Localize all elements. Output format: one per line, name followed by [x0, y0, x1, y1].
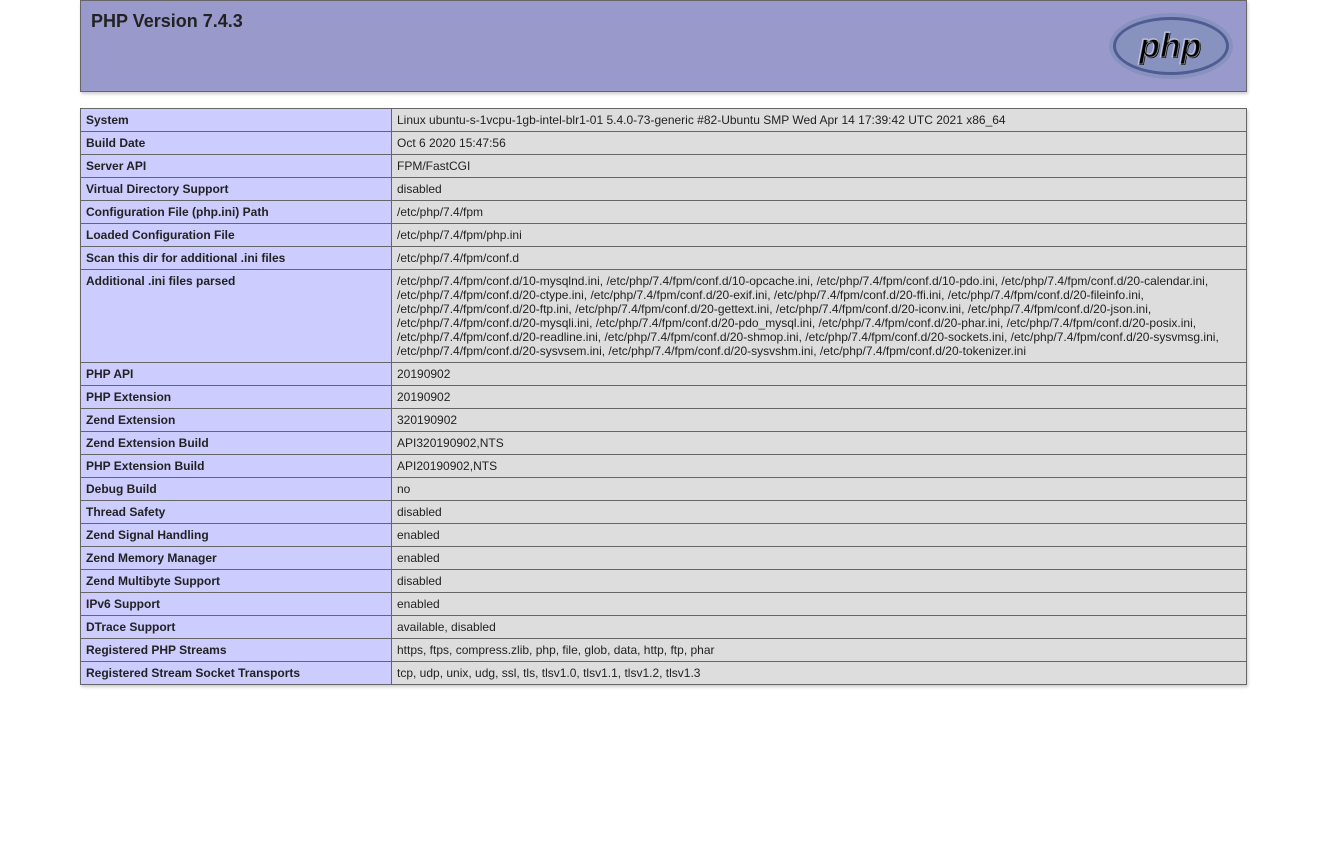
- table-row: DTrace Supportavailable, disabled: [81, 616, 1247, 639]
- config-key: Virtual Directory Support: [81, 178, 392, 201]
- config-key: Additional .ini files parsed: [81, 270, 392, 363]
- config-value: /etc/php/7.4/fpm/conf.d/10-mysqlnd.ini, …: [392, 270, 1247, 363]
- config-key: Zend Multibyte Support: [81, 570, 392, 593]
- table-row: Loaded Configuration File/etc/php/7.4/fp…: [81, 224, 1247, 247]
- config-value: API320190902,NTS: [392, 432, 1247, 455]
- config-value: Linux ubuntu-s-1vcpu-1gb-intel-blr1-01 5…: [392, 109, 1247, 132]
- config-value: /etc/php/7.4/fpm/conf.d: [392, 247, 1247, 270]
- config-value: Oct 6 2020 15:47:56: [392, 132, 1247, 155]
- svg-text:php: php: [1138, 27, 1201, 65]
- config-key: Zend Extension: [81, 409, 392, 432]
- table-row: Zend Memory Managerenabled: [81, 547, 1247, 570]
- config-key: Zend Memory Manager: [81, 547, 392, 570]
- config-value: 20190902: [392, 386, 1247, 409]
- table-row: PHP Extension BuildAPI20190902,NTS: [81, 455, 1247, 478]
- table-row: Virtual Directory Supportdisabled: [81, 178, 1247, 201]
- config-value: https, ftps, compress.zlib, php, file, g…: [392, 639, 1247, 662]
- config-value: API20190902,NTS: [392, 455, 1247, 478]
- table-row: Thread Safetydisabled: [81, 501, 1247, 524]
- php-logo-icon: php php: [1106, 11, 1236, 81]
- table-row: Registered PHP Streamshttps, ftps, compr…: [81, 639, 1247, 662]
- config-key: Build Date: [81, 132, 392, 155]
- table-row: Registered Stream Socket Transportstcp, …: [81, 662, 1247, 685]
- table-row: Debug Buildno: [81, 478, 1247, 501]
- config-value: enabled: [392, 593, 1247, 616]
- table-row: Additional .ini files parsed/etc/php/7.4…: [81, 270, 1247, 363]
- config-key: Debug Build: [81, 478, 392, 501]
- table-row: PHP API20190902: [81, 363, 1247, 386]
- table-row: PHP Extension20190902: [81, 386, 1247, 409]
- config-value: enabled: [392, 524, 1247, 547]
- config-key: Thread Safety: [81, 501, 392, 524]
- config-key: PHP API: [81, 363, 392, 386]
- table-row: Build DateOct 6 2020 15:47:56: [81, 132, 1247, 155]
- config-value: enabled: [392, 547, 1247, 570]
- table-row: Configuration File (php.ini) Path/etc/ph…: [81, 201, 1247, 224]
- table-row: Scan this dir for additional .ini files/…: [81, 247, 1247, 270]
- config-key: Server API: [81, 155, 392, 178]
- phpinfo-table: SystemLinux ubuntu-s-1vcpu-1gb-intel-blr…: [80, 108, 1247, 685]
- config-value: /etc/php/7.4/fpm/php.ini: [392, 224, 1247, 247]
- table-row: Zend Multibyte Supportdisabled: [81, 570, 1247, 593]
- table-row: Zend Extension320190902: [81, 409, 1247, 432]
- config-key: Registered Stream Socket Transports: [81, 662, 392, 685]
- config-value: disabled: [392, 570, 1247, 593]
- config-key: Loaded Configuration File: [81, 224, 392, 247]
- config-key: System: [81, 109, 392, 132]
- config-value: 20190902: [392, 363, 1247, 386]
- table-row: Zend Extension BuildAPI320190902,NTS: [81, 432, 1247, 455]
- table-row: SystemLinux ubuntu-s-1vcpu-1gb-intel-blr…: [81, 109, 1247, 132]
- table-row: Zend Signal Handlingenabled: [81, 524, 1247, 547]
- config-key: PHP Extension Build: [81, 455, 392, 478]
- config-key: Scan this dir for additional .ini files: [81, 247, 392, 270]
- config-key: PHP Extension: [81, 386, 392, 409]
- config-key: Zend Signal Handling: [81, 524, 392, 547]
- config-key: DTrace Support: [81, 616, 392, 639]
- page-title: PHP Version 7.4.3: [91, 11, 1236, 32]
- config-value: /etc/php/7.4/fpm: [392, 201, 1247, 224]
- config-value: 320190902: [392, 409, 1247, 432]
- config-key: Zend Extension Build: [81, 432, 392, 455]
- config-key: Registered PHP Streams: [81, 639, 392, 662]
- table-row: IPv6 Supportenabled: [81, 593, 1247, 616]
- config-value: disabled: [392, 501, 1247, 524]
- config-value: FPM/FastCGI: [392, 155, 1247, 178]
- table-row: Server APIFPM/FastCGI: [81, 155, 1247, 178]
- config-value: tcp, udp, unix, udg, ssl, tls, tlsv1.0, …: [392, 662, 1247, 685]
- config-value: disabled: [392, 178, 1247, 201]
- config-key: Configuration File (php.ini) Path: [81, 201, 392, 224]
- config-value: no: [392, 478, 1247, 501]
- config-key: IPv6 Support: [81, 593, 392, 616]
- config-value: available, disabled: [392, 616, 1247, 639]
